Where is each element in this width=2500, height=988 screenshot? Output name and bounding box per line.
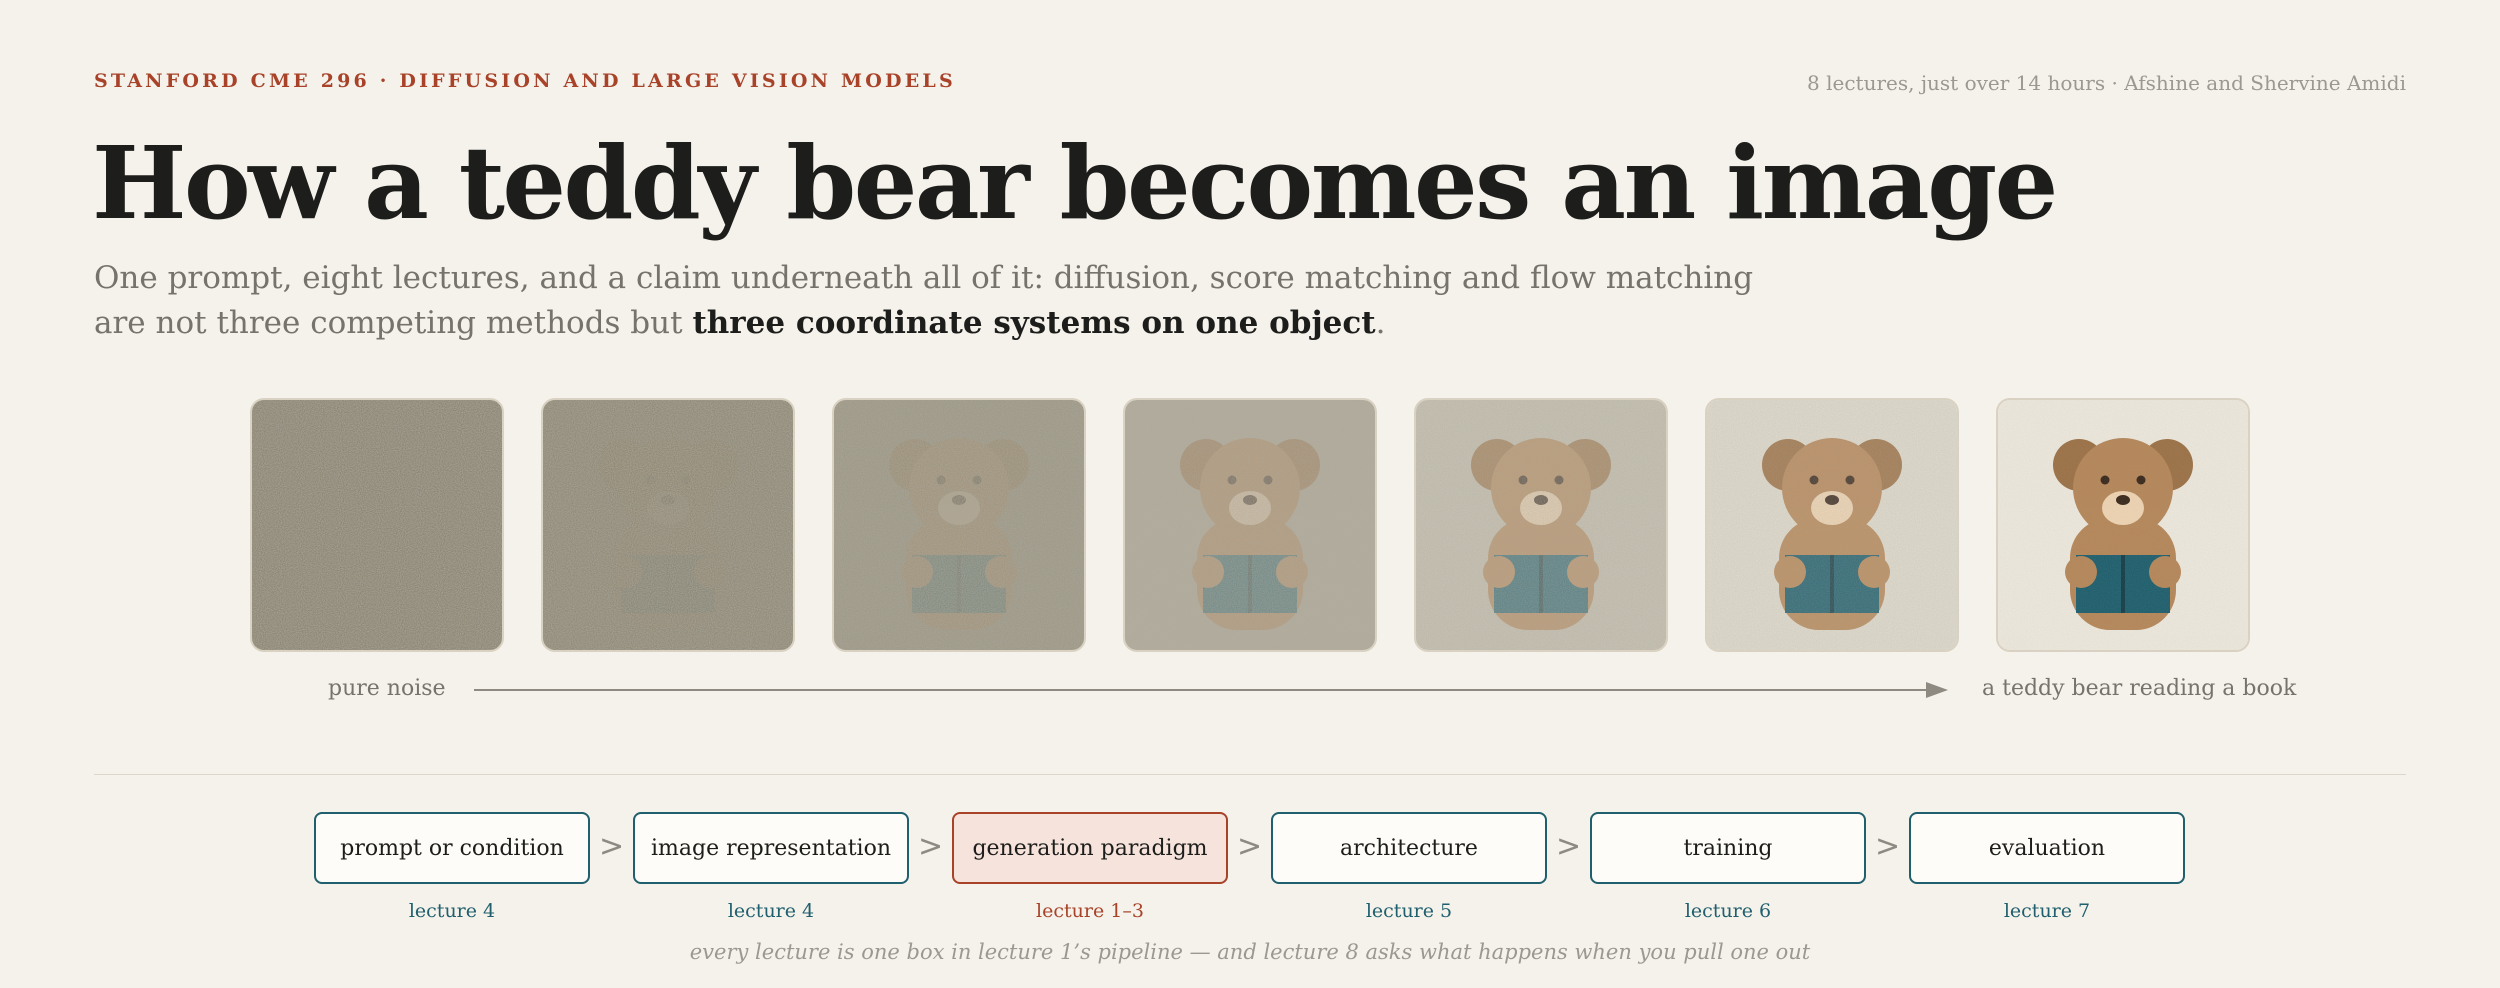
denoise-frame [1414,398,1668,652]
progress-arrow-line [474,689,1932,691]
subtitle-end: . [1375,305,1386,341]
denoise-frame [250,398,504,652]
chevron-right-icon: > [599,829,625,864]
teddy-bear-image [834,400,1084,650]
denoise-frame [1123,398,1377,652]
caption-pure-noise: pure noise [328,676,446,701]
page-subtitle: One prompt, eight lectures, and a claim … [94,256,1754,346]
pipeline-step-lecture[interactable]: lecture 1–3 [952,900,1228,922]
pipeline-step-label: image representation [651,835,891,861]
chevron-right-icon: > [918,829,944,864]
pipeline-step-evaluation[interactable]: evaluation [1909,812,2185,884]
pipeline-step-label: training [1683,835,1773,861]
teddy-bear-image [543,400,793,650]
denoise-frame [1996,398,2250,652]
denoise-frame [541,398,795,652]
pipeline-step-label: prompt or condition [340,835,564,861]
chevron-right-icon: > [1237,829,1263,864]
pipeline-step-lecture[interactable]: lecture 4 [314,900,590,922]
pipeline-step-architecture[interactable]: architecture [1271,812,1547,884]
chevron-right-icon: > [1556,829,1582,864]
pipeline-footnote: every lecture is one box in lecture 1’s … [689,940,1811,964]
pipeline-step-lecture[interactable]: lecture 5 [1271,900,1547,922]
pipeline-step-label: generation paradigm [972,835,1208,861]
pipeline-step-lecture[interactable]: lecture 6 [1590,900,1866,922]
pipeline-step-label: evaluation [1988,835,2106,861]
pipeline-step-label: architecture [1340,835,1478,861]
arrow-right-icon [1926,682,1948,698]
denoise-frame [832,398,1086,652]
teddy-bear-image [1125,400,1375,650]
subtitle-emphasis: three coordinate systems on one object [692,305,1376,341]
chevron-right-icon: > [1875,829,1901,864]
pipeline-step-lecture[interactable]: lecture 4 [633,900,909,922]
teddy-bear-image [1416,400,1666,650]
pipeline-step-prompt-or-condition[interactable]: prompt or condition [314,812,590,884]
course-meta: 8 lectures, just over 14 hours · Afshine… [1807,71,2406,95]
pipeline-step-generation-paradigm[interactable]: generation paradigm [952,812,1228,884]
pipeline-step-image-representation[interactable]: image representation [633,812,909,884]
teddy-bear-image [252,400,502,650]
teddy-bear-image [1998,400,2248,650]
teddy-bear-image [1707,400,1957,650]
pipeline-step-lecture[interactable]: lecture 7 [1909,900,2185,922]
pipeline-step-training[interactable]: training [1590,812,1866,884]
course-kicker: STANFORD CME 296 · DIFFUSION AND LARGE V… [94,70,956,92]
denoise-frame [1705,398,1959,652]
section-divider [94,774,2406,775]
page-title: How a teddy bear becomes an image [92,124,2058,242]
caption-final-image: a teddy bear reading a book [1982,676,2297,701]
